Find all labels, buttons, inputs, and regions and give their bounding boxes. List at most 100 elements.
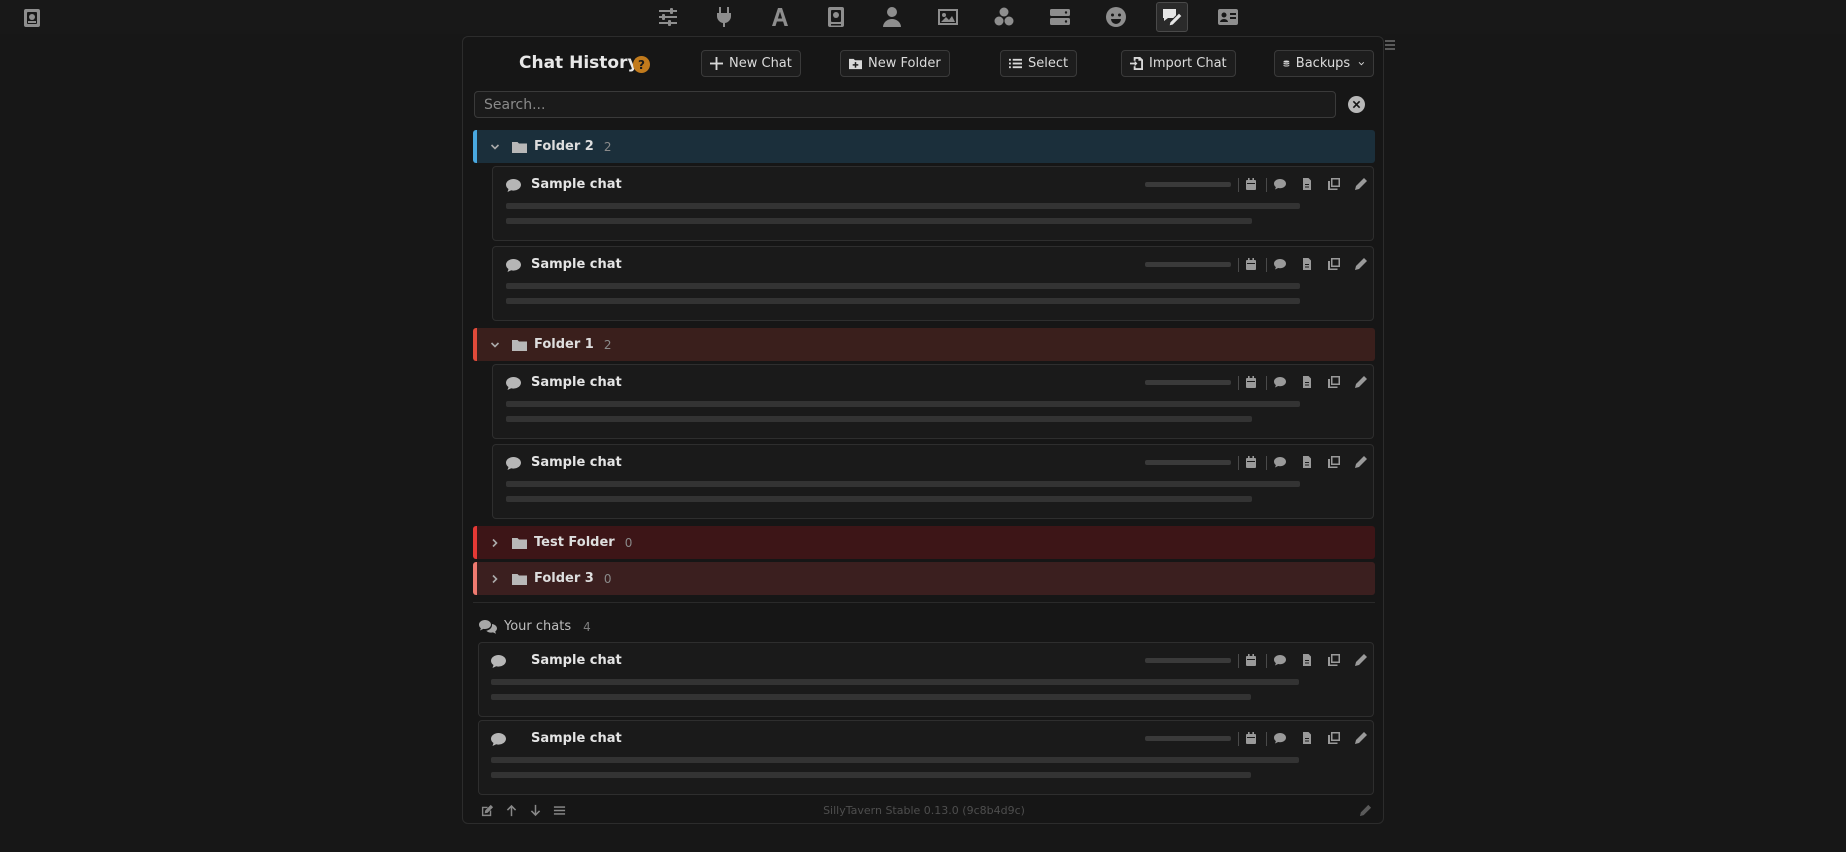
preview-line (491, 679, 1299, 685)
message-count-icon (1274, 377, 1286, 388)
smile-icon[interactable] (1088, 0, 1144, 34)
folder-name: Folder 3 (534, 571, 594, 586)
cubes-icon[interactable] (976, 0, 1032, 34)
chat-date-placeholder (1145, 182, 1231, 187)
server-icon[interactable] (1032, 0, 1088, 34)
message-count-icon (1274, 457, 1286, 468)
copy-icon[interactable] (1327, 177, 1341, 191)
folder-name: Test Folder (534, 535, 615, 550)
preview-line (506, 401, 1300, 407)
chevron-down-icon (1358, 61, 1365, 66)
version-text: SillyTavern Stable 0.13.0 (9c8b4d9c) (823, 804, 1025, 817)
chat-name: Sample chat (531, 375, 622, 390)
copy-icon[interactable] (1327, 731, 1341, 745)
comment-icon (491, 733, 506, 746)
id-card-icon[interactable] (1200, 0, 1256, 34)
preview-line (491, 772, 1251, 778)
file-icon[interactable] (1300, 455, 1314, 469)
chat-date-placeholder (1145, 262, 1231, 267)
clear-search-icon[interactable] (1348, 96, 1365, 113)
copy-icon[interactable] (1327, 257, 1341, 271)
user-icon[interactable] (864, 0, 920, 34)
import-chat-button[interactable]: Import Chat (1121, 50, 1236, 77)
new-chat-button[interactable]: New Chat (701, 50, 801, 77)
folder-plus-icon (849, 58, 862, 70)
folder-count: 2 (603, 139, 612, 154)
list-icon (1009, 58, 1022, 69)
chat-date-placeholder (1145, 658, 1231, 663)
pen-chat-icon[interactable] (1144, 0, 1200, 34)
new-folder-button[interactable]: New Folder (840, 50, 950, 77)
chevron-down-icon[interactable] (490, 142, 500, 152)
pencil-icon[interactable] (1354, 455, 1368, 469)
select-button[interactable]: Select (1000, 50, 1078, 77)
folder-row-folder-2[interactable]: Folder 2 2 (473, 130, 1375, 163)
folder-icon (512, 141, 527, 153)
chat-item[interactable]: Sample chat (492, 246, 1374, 321)
chevron-right-icon[interactable] (490, 538, 500, 548)
top-navigation-bar (0, 0, 1846, 34)
preview-line (506, 203, 1300, 209)
chat-date-placeholder (1145, 460, 1231, 465)
pencil-icon[interactable] (1354, 731, 1368, 745)
comment-icon (506, 259, 521, 272)
preview-line (506, 283, 1300, 289)
message-count-icon (1274, 655, 1286, 666)
comment-icon (491, 655, 506, 668)
pencil-icon[interactable] (1354, 257, 1368, 271)
backups-dropdown[interactable]: Backups (1274, 50, 1374, 77)
file-icon[interactable] (1300, 731, 1314, 745)
preview-line (506, 481, 1300, 487)
folder-row-folder-3[interactable]: Folder 3 0 (473, 562, 1375, 595)
top-icon-row (640, 0, 1256, 34)
file-icon[interactable] (1300, 375, 1314, 389)
font-icon[interactable] (752, 0, 808, 34)
resize-icon[interactable] (1359, 804, 1372, 817)
folder-row-folder-1[interactable]: Folder 1 2 (473, 328, 1375, 361)
folder-name: Folder 1 (534, 337, 594, 352)
chevron-down-icon[interactable] (490, 340, 500, 350)
chat-name: Sample chat (531, 653, 622, 668)
comment-icon (506, 377, 521, 390)
copy-icon[interactable] (1327, 455, 1341, 469)
plug-icon[interactable] (696, 0, 752, 34)
database-icon (1283, 60, 1290, 67)
copy-icon[interactable] (1327, 653, 1341, 667)
chat-item[interactable]: Sample chat (478, 642, 1374, 717)
calendar-icon (1246, 456, 1256, 468)
pencil-icon[interactable] (1354, 653, 1368, 667)
chat-name: Sample chat (531, 731, 622, 746)
chat-item[interactable]: Sample chat (492, 444, 1374, 519)
chat-item[interactable]: Sample chat (492, 166, 1374, 241)
pencil-icon[interactable] (1354, 177, 1368, 191)
help-icon[interactable]: ? (633, 56, 650, 73)
message-count-icon (1274, 733, 1286, 744)
folder-icon (512, 339, 527, 351)
book-atlas-icon[interactable] (808, 0, 864, 34)
folder-row-test-folder[interactable]: Test Folder 0 (473, 526, 1375, 559)
comment-icon (506, 457, 521, 470)
search-input[interactable] (474, 91, 1336, 118)
file-icon[interactable] (1300, 257, 1314, 271)
book-icon[interactable] (20, 6, 44, 30)
chevron-right-icon[interactable] (490, 574, 500, 584)
file-import-icon (1130, 57, 1143, 70)
pencil-icon[interactable] (1354, 375, 1368, 389)
chat-item[interactable]: Sample chat (492, 364, 1374, 439)
chat-name: Sample chat (531, 177, 622, 192)
file-icon[interactable] (1300, 177, 1314, 191)
chat-history-panel: Chat History ? New Chat New Folder Selec… (462, 36, 1384, 824)
folder-count: 0 (603, 571, 612, 586)
file-icon[interactable] (1300, 653, 1314, 667)
preview-line (506, 298, 1300, 304)
copy-icon[interactable] (1327, 375, 1341, 389)
page-title: Chat History (519, 53, 639, 73)
preview-line (491, 757, 1299, 763)
calendar-icon (1246, 258, 1256, 270)
panel-grip-icon[interactable] (1384, 38, 1396, 52)
message-count-icon (1274, 179, 1286, 190)
sliders-icon[interactable] (640, 0, 696, 34)
chat-item[interactable]: Sample chat (478, 720, 1374, 795)
image-icon[interactable] (920, 0, 976, 34)
folder-icon (512, 573, 527, 585)
